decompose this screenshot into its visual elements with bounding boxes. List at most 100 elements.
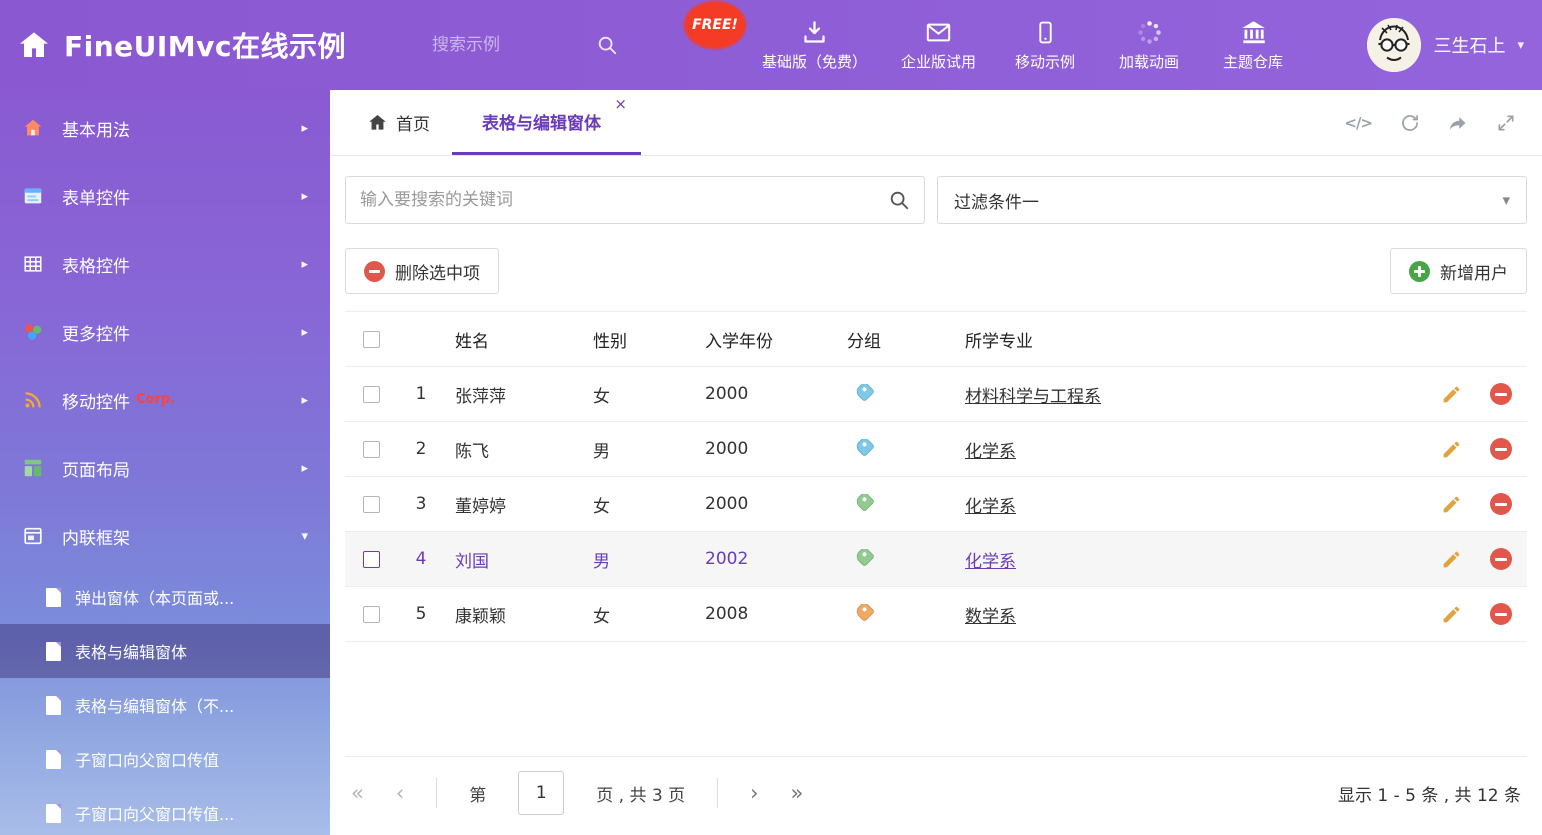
search-icon[interactable] (596, 34, 618, 56)
envelope-icon (925, 18, 952, 46)
header-search-input[interactable] (432, 35, 582, 55)
nav-item-label: 移动示例 (1015, 51, 1075, 72)
expand-icon[interactable] (1496, 113, 1516, 133)
share-forward-icon[interactable] (1448, 113, 1468, 133)
row-checkbox[interactable] (363, 496, 380, 513)
chevron-right-icon: ▸ (301, 257, 308, 272)
delete-icon[interactable] (1490, 438, 1512, 460)
delete-selected-button[interactable]: 删除选中项 (345, 248, 499, 294)
edit-icon[interactable] (1441, 549, 1462, 570)
file-icon (46, 588, 61, 607)
table-row[interactable]: 3 董婷婷 女 2000 化学系 (345, 477, 1527, 532)
sidebar-subitem-popup-window[interactable]: 弹出窗体（本页面或... (0, 570, 330, 624)
edit-icon[interactable] (1441, 439, 1462, 460)
first-page-button[interactable]: « (351, 783, 364, 804)
search-icon[interactable] (888, 189, 910, 211)
sidebar-subitem-child-to-parent-2[interactable]: 子窗口向父窗口传值... (0, 786, 330, 835)
user-menu[interactable]: 三生石上 ▾ (1367, 0, 1524, 90)
table-row[interactable]: 5 康颖颖 女 2008 数学系 (345, 587, 1527, 642)
cell-gender: 男 (583, 437, 695, 462)
row-checkbox[interactable] (363, 386, 380, 403)
cell-gender: 女 (583, 382, 695, 407)
corp-badge: Corp. (136, 392, 175, 407)
tab-home-label: 首页 (396, 110, 430, 135)
edit-icon[interactable] (1441, 604, 1462, 625)
wireless-icon (20, 388, 46, 412)
nav-item-label: 加载动画 (1119, 51, 1179, 72)
nav-item-enterprise-trial[interactable]: 企业版试用 (901, 18, 976, 72)
nav-item-mobile-demo[interactable]: 移动示例 (1010, 18, 1080, 72)
sidebar-item-more-controls[interactable]: 更多控件 ▸ (0, 298, 330, 366)
major-link[interactable]: 化学系 (965, 497, 1016, 517)
edit-icon[interactable] (1441, 384, 1462, 405)
sidebar-subitem-child-to-parent[interactable]: 子窗口向父窗口传值 (0, 732, 330, 786)
download-icon (801, 18, 828, 46)
chevron-right-icon: ▸ (301, 393, 308, 408)
tab-tools: </> (1344, 90, 1542, 155)
row-checkbox[interactable] (363, 441, 380, 458)
sidebar-item-table-controls[interactable]: 表格控件 ▸ (0, 230, 330, 298)
chevron-right-icon: ▸ (301, 189, 308, 204)
column-header-year: 入学年份 (695, 327, 837, 352)
app-root: FineUIMvc在线示例 FREE! 基础版（免费） 企业版试用 (0, 0, 1542, 835)
file-icon (46, 750, 61, 769)
major-link[interactable]: 材料科学与工程系 (965, 387, 1101, 407)
sidebar-item-label: 表单控件 (62, 184, 130, 209)
cell-gender: 女 (583, 602, 695, 627)
home-icon (20, 116, 46, 140)
source-code-icon[interactable]: </> (1344, 114, 1372, 132)
cell-name: 陈飞 (445, 437, 583, 462)
caret-down-icon: ▾ (1502, 191, 1510, 209)
row-number: 1 (397, 384, 445, 404)
select-all-checkbox[interactable] (363, 331, 380, 348)
pager-divider (717, 778, 718, 808)
users-table: 姓名 性别 入学年份 分组 所学专业 1 张萍萍 女 2000 (345, 311, 1527, 642)
spinner-icon (1136, 18, 1163, 46)
pagination: « ‹ 第 页 , 共 3 页 › » 显示 1 - 5 条 , 共 12 条 (345, 756, 1527, 821)
tab-home[interactable]: 首页 (346, 90, 452, 155)
filter-dropdown-value: 过滤条件一 (954, 188, 1039, 213)
avatar (1367, 18, 1421, 72)
cell-year: 2000 (695, 384, 837, 404)
sidebar-item-page-layout[interactable]: 页面布局 ▸ (0, 434, 330, 502)
row-checkbox[interactable] (363, 551, 380, 568)
sidebar-item-basic-usage[interactable]: 基本用法 ▸ (0, 94, 330, 162)
page-number-input[interactable] (518, 771, 564, 815)
delete-icon[interactable] (1490, 603, 1512, 625)
pager-summary: 显示 1 - 5 条 , 共 12 条 (1338, 781, 1521, 806)
last-page-button[interactable]: » (791, 783, 804, 804)
delete-icon[interactable] (1490, 383, 1512, 405)
sidebar-item-form-controls[interactable]: 表单控件 ▸ (0, 162, 330, 230)
column-header-major: 所学专业 (955, 327, 1427, 352)
refresh-icon[interactable] (1400, 113, 1420, 133)
next-page-button[interactable]: › (750, 783, 758, 804)
prev-page-button[interactable]: ‹ (396, 783, 404, 804)
sidebar-subitem-grid-edit-window-2[interactable]: 表格与编辑窗体（不... (0, 678, 330, 732)
edit-icon[interactable] (1441, 494, 1462, 515)
toolbar: 删除选中项 新增用户 (345, 248, 1527, 294)
tab-grid-edit-window[interactable]: 表格与编辑窗体 × (452, 90, 641, 155)
nav-item-loading-animation[interactable]: 加载动画 (1114, 18, 1184, 72)
row-checkbox[interactable] (363, 606, 380, 623)
major-link[interactable]: 化学系 (965, 552, 1016, 572)
filter-dropdown[interactable]: 过滤条件一 ▾ (937, 176, 1527, 224)
table-row-selected[interactable]: 4 刘国 男 2002 化学系 (345, 532, 1527, 587)
nav-item-theme-repo[interactable]: 主题仓库 (1218, 18, 1288, 72)
nav-item-basic-free[interactable]: 基础版（免费） (762, 18, 867, 72)
add-user-button[interactable]: 新增用户 (1390, 248, 1527, 294)
close-icon[interactable]: × (614, 97, 627, 112)
table-row[interactable]: 2 陈飞 男 2000 化学系 (345, 422, 1527, 477)
delete-icon[interactable] (1490, 493, 1512, 515)
sidebar-subitem-grid-edit-window[interactable]: 表格与编辑窗体 (0, 624, 330, 678)
sidebar-subitem-label: 表格与编辑窗体（不... (75, 693, 234, 717)
tag-icon (854, 384, 875, 402)
sidebar-item-inline-frame[interactable]: 内联框架 ▾ (0, 502, 330, 570)
delete-icon[interactable] (1490, 548, 1512, 570)
brand[interactable]: FineUIMvc在线示例 (18, 0, 346, 90)
major-link[interactable]: 数学系 (965, 607, 1016, 627)
sidebar-item-mobile-controls[interactable]: 移动控件 Corp. ▸ (0, 366, 330, 434)
table-row[interactable]: 1 张萍萍 女 2000 材料科学与工程系 (345, 367, 1527, 422)
major-link[interactable]: 化学系 (965, 442, 1016, 462)
tag-icon (854, 494, 875, 512)
keyword-search-input[interactable] (360, 190, 888, 210)
